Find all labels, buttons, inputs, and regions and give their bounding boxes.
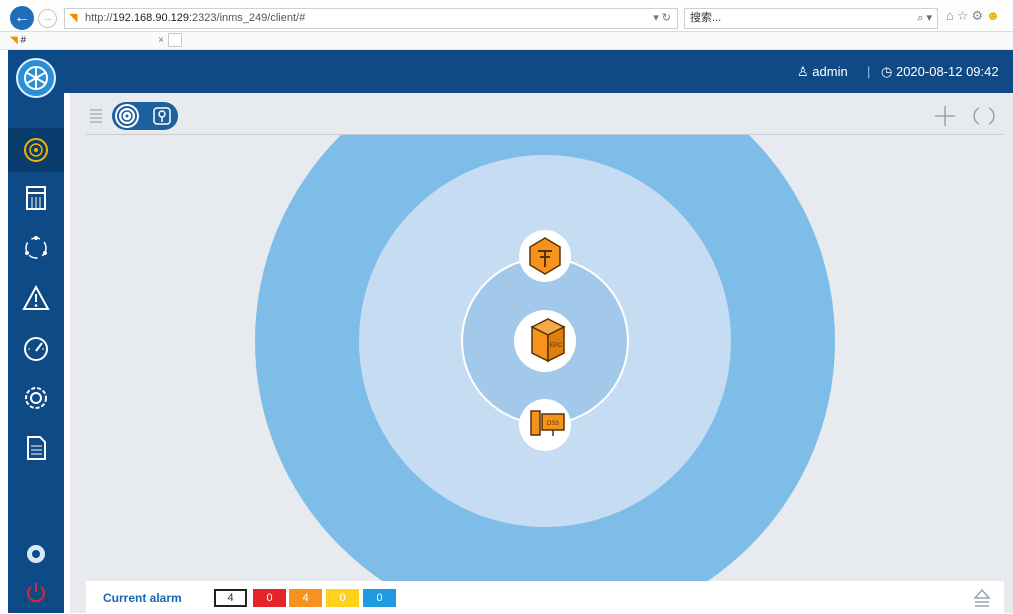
alarm-count-major[interactable]: 4 [289,589,322,607]
main-content: EPC DSS Current alarm 4 0 4 0 0 [70,93,1013,613]
map-pin-icon [153,107,171,125]
search-placeholder: 搜索... [690,12,722,24]
alarm-warning-icon [22,285,50,310]
clock: ◷ 2020-08-12 09:42 [881,64,999,80]
tab-bar: ◥ # × [0,32,1013,50]
dss-label: DSS [547,421,559,427]
app-logo-icon[interactable] [16,58,56,98]
url-scheme: http:// [85,12,113,24]
search-input[interactable]: 搜索... ⌕ ▾ [684,8,938,29]
sidebar-item-alarms[interactable] [8,276,64,320]
inventory-icon [26,186,46,210]
alarm-count-minor[interactable]: 0 [326,589,359,607]
alarm-count-total[interactable]: 4 [214,589,247,607]
current-alarm-label: Current alarm [103,591,182,605]
report-document-icon [27,436,46,460]
sidebar-item-topology[interactable] [8,128,64,172]
dss-node[interactable]: DSS [519,399,571,451]
menu-icon[interactable] [89,108,103,124]
sidebar-item-power[interactable] [8,570,64,614]
url-rest: :2323/inms_249/client/# [189,12,306,24]
favorites-star-icon[interactable]: ☆ [957,8,972,23]
address-tools[interactable]: ▾ ↻ [653,9,671,28]
clock-icon: ◷ [881,64,893,79]
alarm-bar: Current alarm 4 0 4 0 0 [86,581,1004,613]
settings-gear-icon [25,387,47,409]
smiley-icon[interactable]: ☻ [986,8,1003,23]
rss-icon: ◥ [69,12,78,24]
eye-icon [27,545,45,563]
app-header: ♙ admin | ◷ 2020-08-12 09:42 [64,50,1013,93]
topology-view-button[interactable] [115,104,139,128]
new-tab-button[interactable] [168,33,182,47]
map-view-button[interactable] [150,104,174,128]
user-menu[interactable]: ♙ admin [797,64,848,80]
browser-icons: ⌂☆⚙☻ [946,8,1003,24]
refresh-icon[interactable] [971,103,997,129]
power-icon [27,583,45,603]
browser-toolbar: ← → ◥ http://192.168.90.129:2323/inms_24… [0,0,1013,32]
sidebar-item-settings[interactable] [8,376,64,420]
sidebar-item-reports[interactable] [8,426,64,470]
performance-gauge-icon [24,337,48,361]
add-icon[interactable] [932,103,958,129]
url-host: 192.168.90.129 [112,12,189,24]
cycle-icon [25,236,47,259]
user-icon: ♙ [797,64,809,79]
search-icon[interactable]: ⌕ ▾ [917,9,932,28]
topology-icon [24,138,48,162]
tab-rss-icon: ◥ [10,35,21,46]
sidebar-item-performance[interactable] [8,326,64,370]
back-button[interactable]: ← [10,6,34,30]
view-toggle[interactable] [112,102,178,130]
topology-canvas: EPC DSS [255,135,835,581]
username: admin [812,64,848,79]
header-separator: | [867,64,871,79]
settings-icon[interactable]: ⚙ [972,8,987,23]
alarm-count-warning[interactable]: 0 [363,589,396,607]
epc-label: EPC [550,343,563,349]
forward-button[interactable]: → [38,9,57,28]
epc-node[interactable]: EPC [514,310,576,372]
router-node[interactable] [519,230,571,282]
expand-panel-icon[interactable] [972,587,992,609]
datetime: 2020-08-12 09:42 [895,64,999,79]
topology-view-icon [117,106,137,126]
home-icon[interactable]: ⌂ [946,8,957,23]
topology-toolbar [86,99,1004,135]
tab-close-icon[interactable]: × [158,33,164,49]
browser-tab[interactable]: ◥ # × [6,33,168,49]
sidebar-item-cycle[interactable] [8,226,64,270]
sidebar-item-inventory[interactable] [8,176,64,220]
sidebar [8,50,64,613]
alarm-count-critical[interactable]: 0 [253,589,286,607]
tab-title: # [20,35,27,46]
address-bar[interactable]: ◥ http://192.168.90.129:2323/inms_249/cl… [64,8,678,29]
